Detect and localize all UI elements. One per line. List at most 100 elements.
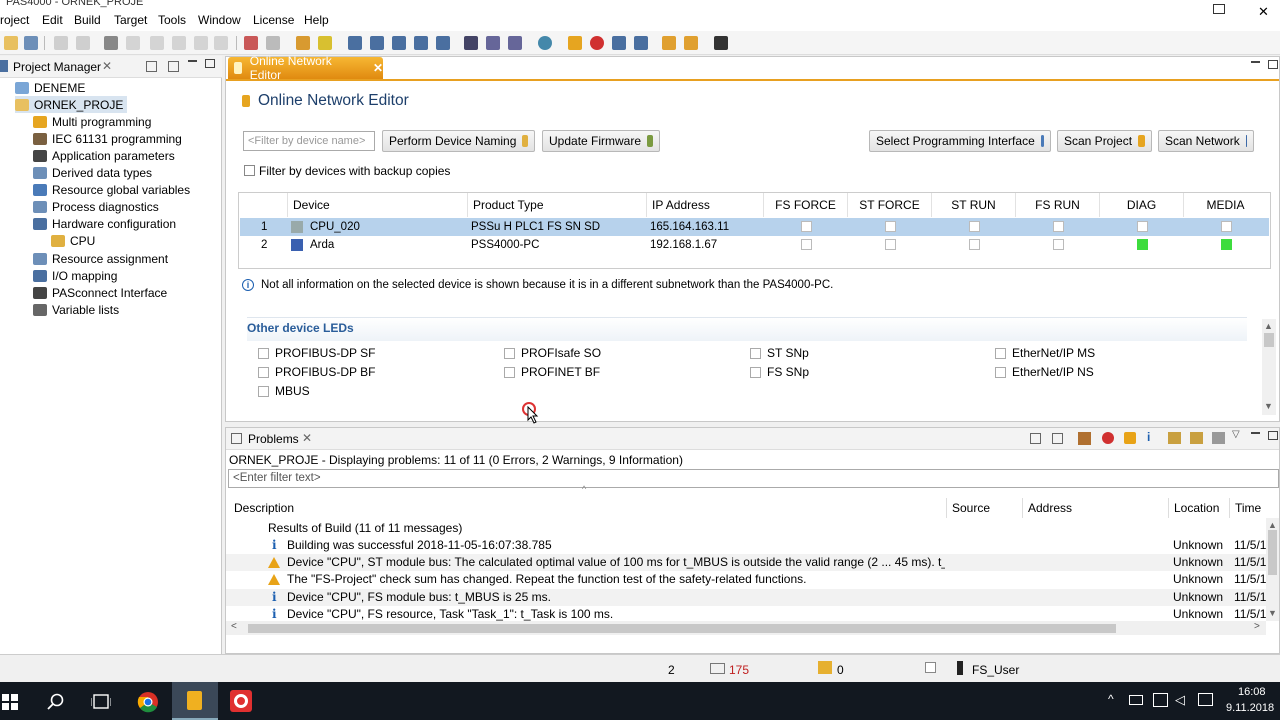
close-icon[interactable]: ✕	[302, 431, 312, 445]
column-header-device[interactable]: Device	[287, 193, 465, 217]
column-header-fs-force[interactable]: FS FORCE	[763, 193, 847, 217]
expand-all-icon[interactable]	[1052, 433, 1063, 444]
chrome-icon[interactable]	[137, 691, 159, 713]
collapse-all-icon[interactable]	[1030, 433, 1041, 444]
menu-project[interactable]: roject	[0, 13, 29, 27]
network-tray-icon[interactable]	[1153, 693, 1168, 707]
table-row[interactable]: 1 CPU_020 PSSu H PLC1 FS SN SD 165.164.1…	[240, 218, 1269, 236]
download-icon[interactable]	[296, 36, 310, 50]
grid-icon[interactable]	[370, 36, 384, 50]
tree-item[interactable]: PASconnect Interface	[33, 284, 167, 301]
clear-icon[interactable]	[1212, 432, 1225, 444]
tree-item[interactable]: Multi programming	[33, 113, 151, 130]
search-icon[interactable]	[47, 693, 65, 711]
select-programming-interface-button[interactable]: Select Programming Interface	[869, 130, 1051, 152]
stop-icon[interactable]	[590, 36, 604, 50]
menu-tools[interactable]: Tools	[158, 13, 186, 27]
layout-icon[interactable]	[392, 36, 406, 50]
compare-icon[interactable]	[436, 36, 450, 50]
warning-filter-icon[interactable]	[1124, 432, 1136, 444]
table-row[interactable]: 2 Arda PSS4000-PC 192.168.1.67	[240, 236, 1269, 254]
maximize-icon[interactable]	[205, 59, 215, 68]
chevron-up-icon[interactable]: ^	[1108, 692, 1114, 706]
hand-icon[interactable]	[662, 36, 676, 50]
check-icon[interactable]	[244, 36, 258, 50]
maximize-icon[interactable]	[1268, 431, 1278, 440]
recorder-app-icon[interactable]	[230, 690, 252, 712]
menu-target[interactable]: Target	[114, 13, 147, 27]
menu-help[interactable]: Help	[304, 13, 329, 27]
clock-time[interactable]: 16:08	[1238, 686, 1266, 698]
tree-item[interactable]: Variable lists	[33, 301, 119, 318]
task-view-icon[interactable]	[91, 694, 111, 710]
filter-icon[interactable]	[1078, 432, 1091, 445]
error-filter-icon[interactable]	[1102, 432, 1114, 444]
forward-icon[interactable]	[1190, 432, 1203, 444]
tree-item[interactable]: IEC 61131 programming	[33, 130, 182, 147]
pen-icon[interactable]	[634, 36, 648, 50]
window-icon[interactable]	[486, 36, 500, 50]
device-filter-input[interactable]: <Filter by device name>	[243, 131, 375, 151]
user-icon[interactable]	[714, 36, 728, 50]
column-header-media[interactable]: MEDIA	[1183, 193, 1267, 217]
print-icon[interactable]	[104, 36, 118, 50]
column-header-description[interactable]: Description	[229, 498, 945, 518]
save-icon[interactable]	[54, 36, 68, 50]
minimize-icon[interactable]	[1251, 432, 1260, 434]
column-header-ip-address[interactable]: IP Address	[646, 193, 762, 217]
update-firmware-button[interactable]: Update Firmware	[542, 130, 660, 152]
undo-icon[interactable]	[194, 36, 208, 50]
volume-icon[interactable]: ◁	[1175, 692, 1185, 708]
problem-group-row[interactable]: Results of Build (11 of 11 messages)	[226, 520, 1266, 537]
redo-icon[interactable]	[214, 36, 228, 50]
tree-item[interactable]: Resource assignment	[33, 250, 168, 267]
column-header-address[interactable]: Address	[1022, 498, 1168, 518]
network-icon[interactable]	[348, 36, 362, 50]
column-header-st-force[interactable]: ST FORCE	[847, 193, 931, 217]
problems-tab-label[interactable]: Problems	[248, 432, 299, 446]
backup-filter-checkbox[interactable]	[244, 165, 255, 176]
restore-icon[interactable]	[1213, 4, 1225, 14]
build-icon[interactable]	[266, 36, 280, 50]
column-header-time[interactable]: Time S	[1229, 498, 1267, 518]
column-header-fs-run[interactable]: FS RUN	[1015, 193, 1099, 217]
tree-item[interactable]: Resource global variables	[33, 182, 190, 199]
expand-all-icon[interactable]	[168, 61, 179, 72]
tray-device-icon[interactable]	[1129, 695, 1143, 705]
scroll-up-icon[interactable]: ▲	[1268, 520, 1277, 530]
menu-license[interactable]: License	[253, 13, 294, 27]
globe-icon[interactable]	[538, 36, 552, 50]
edit-icon[interactable]	[684, 36, 698, 50]
column-header-diag[interactable]: DIAG	[1099, 193, 1183, 217]
scroll-right-icon[interactable]: >	[1254, 621, 1260, 632]
scroll-down-icon[interactable]: ▼	[1264, 401, 1273, 411]
column-header-source[interactable]: Source	[946, 498, 1020, 518]
close-icon[interactable]: ✕	[102, 59, 112, 73]
cut-icon[interactable]	[126, 36, 140, 50]
tree-item[interactable]: DENEME	[15, 79, 85, 96]
tree-item[interactable]: CPU	[51, 233, 95, 250]
problems-filter-input[interactable]: <Enter filter text>	[228, 469, 1279, 488]
scrollbar-thumb[interactable]	[248, 624, 1116, 633]
problems-vertical-scrollbar[interactable]: ▲ ▼	[1266, 518, 1279, 621]
problem-row[interactable]: i Building was successful 2018-11-05-16:0…	[226, 537, 1266, 554]
tree-item[interactable]: Process diagnostics	[33, 199, 159, 216]
copy-icon[interactable]	[150, 36, 164, 50]
scan-project-button[interactable]: Scan Project	[1057, 130, 1152, 152]
scrollbar-thumb[interactable]	[1264, 333, 1274, 347]
tree-item[interactable]: I/O mapping	[33, 267, 117, 284]
tree-item[interactable]: ORNEK_PROJE	[15, 96, 128, 114]
list-icon[interactable]	[612, 36, 626, 50]
monitor-icon[interactable]	[464, 36, 478, 50]
tree-item[interactable]: Hardware configuration	[33, 216, 176, 233]
panel-icon[interactable]	[508, 36, 522, 50]
problem-row[interactable]: i Device "CPU", FS resource, Task "Task_1…	[226, 606, 1266, 621]
info-filter-icon[interactable]: i	[1147, 430, 1150, 444]
scrollbar-thumb[interactable]	[1268, 530, 1277, 575]
menu-build[interactable]: Build	[74, 13, 101, 27]
back-icon[interactable]	[1168, 432, 1181, 444]
tab-online-network-editor[interactable]: Online Network Editor ✕	[228, 54, 383, 82]
menu-window[interactable]: Window	[198, 13, 241, 27]
menu-edit[interactable]: Edit	[42, 13, 63, 27]
maximize-icon[interactable]	[1268, 60, 1278, 69]
